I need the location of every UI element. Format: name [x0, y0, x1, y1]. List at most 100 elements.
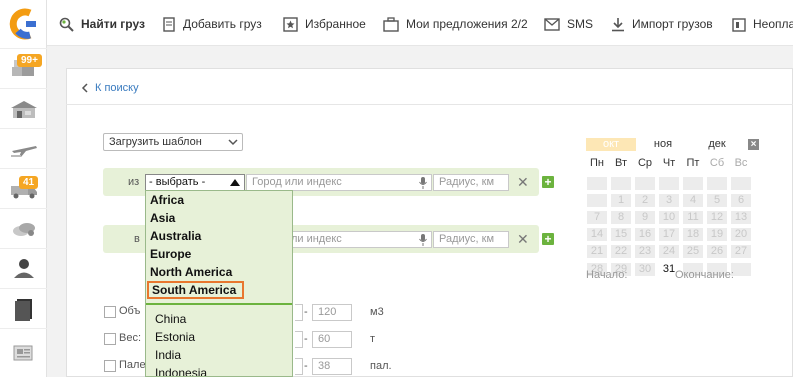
microphone-icon[interactable]: [419, 177, 427, 189]
volume-checkbox[interactable]: [104, 306, 116, 318]
calendar-day: [659, 177, 679, 190]
calendar-day[interactable]: 8: [611, 211, 631, 224]
nav-favorites-label: Избранное: [305, 17, 366, 31]
sidebar-item-money[interactable]: [0, 208, 47, 248]
volume-unit: м3: [370, 306, 384, 318]
calendar-day[interactable]: 22: [611, 245, 631, 258]
calendar-day: [587, 177, 607, 190]
to-radius-input[interactable]: Радиус, км: [433, 231, 509, 248]
calendar-close-icon[interactable]: ×: [748, 139, 759, 150]
calendar-day[interactable]: 27: [731, 245, 751, 258]
load-template-label: Загрузить шаблон: [109, 136, 202, 148]
chevron-down-icon: [228, 139, 238, 146]
calendar-day[interactable]: 30: [635, 263, 655, 276]
to-add-icon[interactable]: +: [542, 233, 554, 245]
calendar-day[interactable]: 17: [659, 228, 679, 241]
microphone-icon[interactable]: [419, 234, 427, 246]
calendar-day[interactable]: 10: [659, 211, 679, 224]
calendar-day: [587, 194, 607, 207]
sidebar-item-trucks[interactable]: 41: [0, 168, 47, 208]
calendar-day[interactable]: 9: [635, 211, 655, 224]
dropdown-option[interactable]: Australia: [150, 227, 201, 245]
calendar-day[interactable]: 18: [683, 228, 703, 241]
nav-find-cargo[interactable]: Найти груз: [59, 15, 145, 33]
calendar-day[interactable]: 11: [683, 211, 703, 224]
nav-find-cargo-label: Найти груз: [81, 17, 145, 31]
calendar-month-nov[interactable]: ноя: [643, 138, 683, 151]
nav-import-cargo[interactable]: Импорт грузов: [611, 15, 713, 33]
from-radius-input[interactable]: Радиус, км: [433, 174, 509, 191]
volume-from-input[interactable]: [295, 304, 303, 321]
from-region-select[interactable]: - выбрать -: [145, 174, 245, 191]
dropdown-option[interactable]: North America: [150, 263, 232, 281]
calendar-weekday: Сб: [709, 157, 725, 169]
nav-sms[interactable]: SMS: [544, 15, 593, 33]
load-template-select[interactable]: Загрузить шаблон: [103, 133, 243, 151]
dropdown-option[interactable]: India: [155, 346, 181, 364]
calendar-day[interactable]: 7: [587, 211, 607, 224]
pallets-from-input[interactable]: [295, 358, 303, 375]
sidebar-item-news[interactable]: [0, 328, 47, 377]
dropdown-option[interactable]: Asia: [150, 209, 175, 227]
calendar-start-label: Начало:: [586, 269, 628, 281]
calendar-day: [683, 177, 703, 190]
nav-sms-label: SMS: [567, 17, 594, 31]
dropdown-option[interactable]: Africa: [150, 191, 184, 209]
calendar-day: [707, 177, 727, 190]
calendar-day[interactable]: 26: [707, 245, 727, 258]
calendar-day[interactable]: 6: [731, 194, 751, 207]
panel-divider: [66, 104, 793, 105]
calendar-day[interactable]: 20: [731, 228, 751, 241]
weight-from-input[interactable]: [295, 331, 303, 348]
from-city-input[interactable]: Город или индекс: [246, 174, 432, 191]
calendar-day[interactable]: 16: [635, 228, 655, 241]
logo-icon[interactable]: [6, 7, 40, 41]
calendar-month-oct[interactable]: окт: [586, 138, 636, 151]
calendar-day[interactable]: 3: [659, 194, 679, 207]
volume-dash: -: [304, 306, 308, 318]
dropdown-option[interactable]: China: [155, 310, 186, 328]
dropdown-option[interactable]: Indonesia: [155, 364, 207, 376]
calendar-day[interactable]: 13: [731, 211, 751, 224]
from-add-icon[interactable]: +: [542, 176, 554, 188]
to-radius-placeholder: Радиус, км: [439, 233, 495, 245]
back-to-search-link[interactable]: К поиску: [80, 80, 139, 96]
from-clear-icon[interactable]: ✕: [517, 175, 529, 189]
pallets-to-input[interactable]: 38: [312, 358, 352, 375]
calendar-weekday: Вс: [734, 157, 748, 169]
weight-to-input[interactable]: 60: [312, 331, 352, 348]
calendar-day[interactable]: 2: [635, 194, 655, 207]
dropdown-option-selected[interactable]: South America: [147, 281, 244, 299]
sidebar-item-user[interactable]: [0, 248, 47, 288]
calendar-day[interactable]: 23: [635, 245, 655, 258]
sidebar-item-documents[interactable]: [0, 288, 47, 328]
calendar-day[interactable]: 12: [707, 211, 727, 224]
calendar-day[interactable]: 21: [587, 245, 607, 258]
pallets-checkbox[interactable]: [104, 360, 116, 372]
calendar-day[interactable]: 25: [683, 245, 703, 258]
dropdown-option[interactable]: Estonia: [155, 328, 195, 346]
sidebar-item-cargo[interactable]: 99+: [0, 48, 47, 88]
weight-label: Вес:: [119, 332, 142, 344]
nav-unpaid[interactable]: Неопла: [732, 15, 793, 33]
calendar-day: [731, 177, 751, 190]
weight-checkbox[interactable]: [104, 333, 116, 345]
calendar-day[interactable]: 14: [587, 228, 607, 241]
calendar-day[interactable]: 5: [707, 194, 727, 207]
calendar-day[interactable]: 24: [659, 245, 679, 258]
sidebar-item-air[interactable]: [0, 128, 47, 168]
sidebar-item-warehouse[interactable]: [0, 88, 47, 128]
nav-favorites[interactable]: Избранное: [283, 15, 366, 33]
volume-to-input[interactable]: 120: [312, 304, 352, 321]
calendar-day[interactable]: 1: [611, 194, 631, 207]
calendar-day[interactable]: 15: [611, 228, 631, 241]
to-clear-icon[interactable]: ✕: [517, 232, 529, 246]
dropdown-option[interactable]: Europe: [150, 245, 191, 263]
calendar-weekday: Пт: [686, 157, 700, 169]
nav-add-cargo[interactable]: Добавить груз: [162, 15, 262, 33]
calendar-month-dec[interactable]: дек: [697, 138, 737, 151]
nav-my-offers[interactable]: Мои предложения 2/2: [383, 15, 528, 33]
calendar-day[interactable]: 19: [707, 228, 727, 241]
calendar-day[interactable]: 4: [683, 194, 703, 207]
calendar-day: [635, 177, 655, 190]
